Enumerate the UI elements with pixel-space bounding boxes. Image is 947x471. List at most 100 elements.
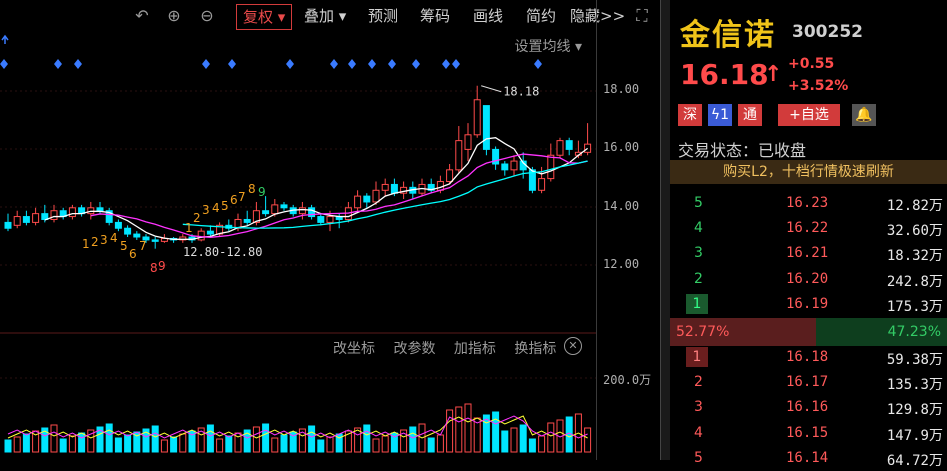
indicator-toolbar: 改坐标 改参数 加指标 换指标 bbox=[333, 338, 570, 358]
ask-row[interactable]: 2 16.20 242.8万 bbox=[670, 268, 947, 292]
market-badge[interactable]: 深 bbox=[678, 104, 702, 126]
candle-body bbox=[317, 216, 325, 223]
level-volume: 32.60万 bbox=[886, 223, 943, 240]
candle-body bbox=[96, 207, 104, 212]
signal-diamond-icon bbox=[442, 59, 450, 69]
td-count-label: 7 bbox=[238, 190, 246, 204]
candle-body bbox=[262, 210, 270, 215]
level-badge[interactable]: ϟ1 bbox=[708, 104, 732, 126]
candle-body bbox=[280, 204, 288, 209]
volume-bar bbox=[280, 434, 288, 453]
connect-badge[interactable]: 通 bbox=[738, 104, 762, 126]
td-count-label: 8 bbox=[248, 182, 256, 196]
td-count-label: 3 bbox=[202, 203, 210, 217]
volume-bar bbox=[427, 437, 435, 453]
volume-bar bbox=[436, 434, 444, 453]
candle-body bbox=[133, 233, 141, 238]
td-count-label: 2 bbox=[91, 235, 99, 249]
volume-bar bbox=[151, 425, 159, 453]
low-price-label: 12.80-12.80 bbox=[183, 245, 262, 259]
buy-ratio: 52.77% bbox=[670, 318, 817, 346]
volume-bar bbox=[519, 424, 527, 453]
level-label: 1 bbox=[686, 293, 708, 314]
close-icon[interactable]: ✕ bbox=[564, 337, 582, 355]
change-axis-button[interactable]: 改坐标 bbox=[333, 341, 375, 357]
td-count-label: 1 bbox=[82, 237, 90, 251]
candle-body bbox=[68, 207, 76, 218]
volume-bar bbox=[510, 427, 518, 453]
volume-bar bbox=[68, 435, 76, 453]
candle-body bbox=[13, 216, 21, 226]
candle-body bbox=[446, 169, 454, 183]
level-volume: 135.3万 bbox=[886, 377, 943, 394]
bell-icon[interactable]: 🔔 bbox=[852, 104, 876, 126]
level-price: 16.18 bbox=[786, 349, 829, 365]
level-label: 4 bbox=[694, 220, 703, 237]
level-price: 16.23 bbox=[786, 195, 829, 211]
volume-bar bbox=[446, 409, 454, 453]
volume-bar bbox=[22, 433, 30, 453]
ask-row[interactable]: 3 16.21 18.32万 bbox=[670, 242, 947, 266]
level-label: 3 bbox=[694, 245, 703, 262]
level-label: 3 bbox=[694, 399, 703, 416]
level-label: 5 bbox=[694, 195, 703, 211]
level-label: 1 bbox=[686, 347, 708, 367]
candle-body bbox=[326, 216, 334, 223]
signal-diamond-icon bbox=[534, 59, 542, 69]
level-price: 16.15 bbox=[786, 424, 829, 441]
td-count-label: 2 bbox=[193, 211, 201, 225]
level-volume: 175.3万 bbox=[886, 298, 943, 315]
level-volume: 59.38万 bbox=[886, 352, 943, 368]
candle-body bbox=[197, 230, 205, 241]
level-label: 2 bbox=[694, 374, 703, 391]
bid-row[interactable]: 1 16.18 59.38万 bbox=[670, 346, 947, 370]
add-watchlist-button[interactable]: +自选 bbox=[778, 104, 840, 126]
volume-bar bbox=[464, 403, 472, 453]
add-indicator-button[interactable]: 加指标 bbox=[454, 341, 496, 357]
td-count-label: 5 bbox=[221, 199, 229, 213]
candle-body bbox=[4, 221, 12, 229]
price-change: +0.55 bbox=[788, 56, 835, 72]
candle-body bbox=[32, 213, 40, 223]
candle-body bbox=[50, 210, 58, 220]
chart-area[interactable]: ↶ ⊕ ⊖ 复权 ▾ 叠加 ▾ 预测 筹码 画线 简约 隐藏>> ⛶ 设置均线 … bbox=[0, 0, 660, 460]
signal-diamond-icon bbox=[452, 59, 460, 69]
bid-row[interactable]: 3 16.16 129.8万 bbox=[670, 396, 947, 420]
volume-bar bbox=[372, 438, 380, 453]
candle-body bbox=[354, 195, 362, 209]
price-axis-label: 18.00 bbox=[603, 82, 640, 96]
volume-bar bbox=[50, 424, 58, 453]
level-price: 16.21 bbox=[786, 245, 829, 262]
volume-bar bbox=[308, 425, 316, 453]
candle-body bbox=[372, 189, 380, 203]
level-volume: 242.8万 bbox=[886, 273, 943, 290]
candle-body bbox=[556, 140, 564, 156]
volume-bar bbox=[501, 430, 509, 453]
bid-row[interactable]: 2 16.17 135.3万 bbox=[670, 371, 947, 395]
bid-row[interactable]: 5 16.14 64.72万 bbox=[670, 447, 947, 471]
level-price: 16.19 bbox=[786, 295, 829, 312]
td-count-label: 4 bbox=[110, 231, 118, 245]
l2-upgrade-banner[interactable]: 购买L2，十档行情极速刷新 bbox=[670, 160, 947, 184]
price-axis-label: 14.00 bbox=[603, 199, 640, 213]
bid-row[interactable]: 4 16.15 147.9万 bbox=[670, 422, 947, 446]
quote-panel: 金信诺 300252 16.18 ↑ +0.55 +3.52% 深 ϟ1 通 +… bbox=[670, 0, 947, 469]
ask-row[interactable]: 5 16.23 12.82万 bbox=[670, 192, 947, 216]
candle-body bbox=[482, 105, 490, 150]
level-label: 4 bbox=[694, 424, 703, 441]
signal-diamond-icon bbox=[286, 59, 294, 69]
ask-row[interactable]: 4 16.22 32.60万 bbox=[670, 217, 947, 241]
volume-bar bbox=[206, 424, 214, 453]
signal-diamond-icon bbox=[330, 59, 338, 69]
level-label: 2 bbox=[694, 270, 703, 287]
change-params-button[interactable]: 改参数 bbox=[393, 341, 435, 357]
ask-row[interactable]: 1 16.19 175.3万 bbox=[670, 293, 947, 317]
volume-bar bbox=[13, 436, 21, 453]
candle-body bbox=[455, 140, 463, 171]
stock-name: 金信诺 bbox=[680, 18, 776, 53]
candle-body bbox=[381, 183, 389, 191]
signal-diamond-icon bbox=[368, 59, 376, 69]
switch-indicator-button[interactable]: 换指标 bbox=[514, 341, 556, 357]
level-price: 16.20 bbox=[786, 270, 829, 287]
level-label: 5 bbox=[694, 449, 703, 466]
